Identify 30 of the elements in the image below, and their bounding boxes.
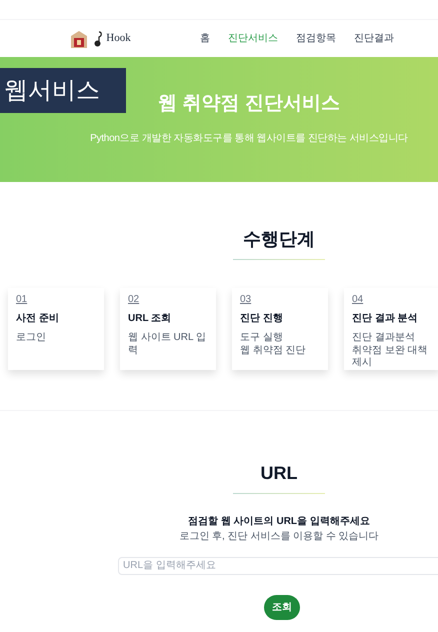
logo-text: Hook <box>106 31 131 46</box>
step-number: 04 <box>352 293 364 307</box>
caption-overlay: 웹서비스 <box>0 68 126 113</box>
step-number: 02 <box>128 293 140 307</box>
url-prompt: 점검할 웹 사이트의 URL을 입력해주세요 <box>188 515 370 529</box>
step-title: 진단 결과 분석 <box>352 312 419 326</box>
hook-icon <box>93 30 102 46</box>
url-input[interactable]: URL을 입력해주세요 <box>118 556 438 574</box>
step-description: 웹 취약점 진단 <box>240 344 307 357</box>
step-title: 사전 준비 <box>16 312 60 326</box>
section-heading: URL <box>260 462 298 485</box>
nav-link[interactable]: 진단결과 <box>354 31 394 46</box>
search-button[interactable]: 조회 <box>264 595 300 620</box>
nav-link[interactable]: 진단서비스 <box>228 31 278 46</box>
step-description: 웹 사이트 URL 입력 <box>128 332 207 357</box>
step-number: 01 <box>16 293 28 307</box>
step-number: 03 <box>240 293 252 307</box>
login-note: 로그인 후, 진단 서비스를 이용할 수 있습니다 <box>179 530 379 544</box>
step-description: 로그인 <box>16 332 47 344</box>
step-title: URL 조회 <box>128 312 172 326</box>
nav-link[interactable]: 점검항목 <box>296 31 336 46</box>
step-title: 진단 진행 <box>240 312 284 326</box>
step-description: 도구 실행 <box>240 332 284 344</box>
hero-subtitle: Python으로 개발한 자동화도구를 통해 웹사이트를 진단하는 서비스입니다 <box>90 132 408 146</box>
hero-title: 웹 취약점 진단서비스 <box>158 92 340 116</box>
nav-link[interactable]: 홈 <box>200 31 210 46</box>
step-description: 취약점 보완 대책 제시 <box>352 344 429 370</box>
building-icon <box>69 30 90 48</box>
section-heading: 수행단계 <box>242 228 315 251</box>
step-description: 진단 결과분석 <box>352 332 416 344</box>
